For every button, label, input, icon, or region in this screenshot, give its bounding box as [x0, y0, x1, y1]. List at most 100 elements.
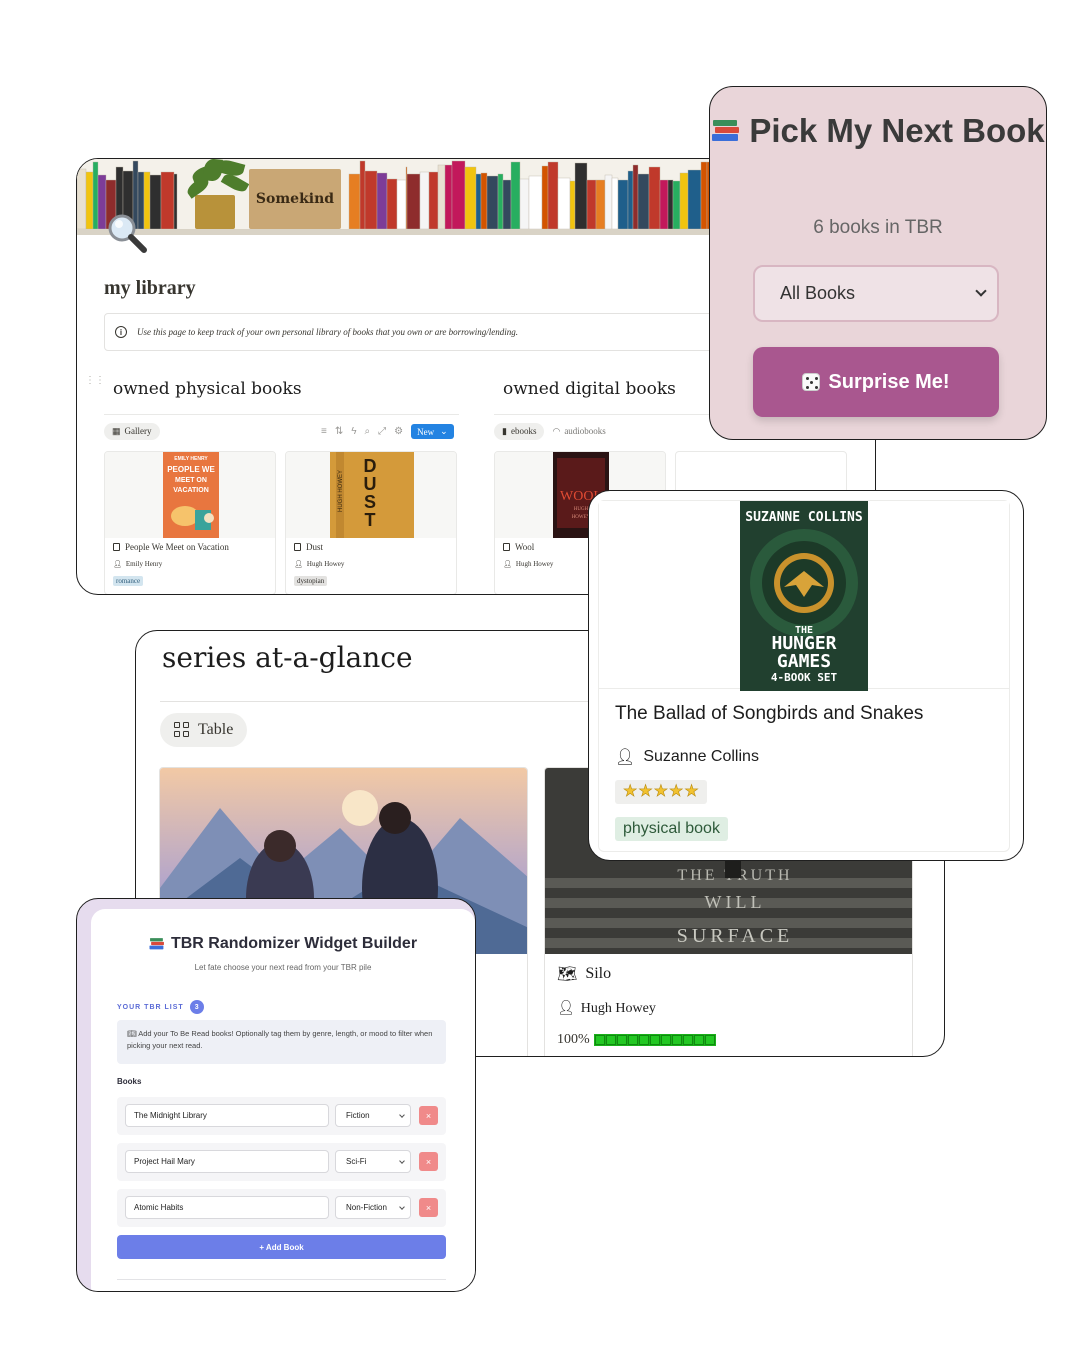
cover-area: HUGH HOWEY D U S T [286, 452, 456, 538]
book-spine [444, 164, 453, 230]
search-icon[interactable]: ⌕ [365, 426, 371, 437]
book-detail-card[interactable]: SUZANNE COLLINS THE HUNGER GAMES 4-BOOK … [588, 490, 1024, 861]
cover-area: SUZANNE COLLINS THE HUNGER GAMES 4-BOOK … [599, 501, 1009, 691]
surprise-me-button[interactable]: Surprise Me! [753, 347, 999, 417]
chevron-down-icon[interactable]: ⌄ [440, 426, 448, 437]
drag-handle-icon[interactable]: ⋮⋮ [85, 375, 105, 386]
progress-segment [671, 1035, 682, 1045]
view-gallery-tab[interactable]: ▦ Gallery [104, 422, 160, 440]
view-audiobooks-tab[interactable]: ◠ audiobooks [552, 426, 605, 437]
chevron-down-icon [399, 1158, 405, 1164]
tbr-widget-builder: TBR Randomizer Widget Builder Let fate c… [76, 898, 476, 1292]
view-table-tab[interactable]: Table [160, 713, 248, 747]
settings-icon[interactable]: ⚙ [394, 426, 403, 437]
database-toolbar: ≡ ⇅ ϟ ⌕ ⤢ ⚙ New ⌄ [321, 424, 454, 439]
series-progress: 100% [557, 1032, 716, 1048]
map-icon: 🗺︎ [557, 966, 578, 983]
svg-text:T: T [365, 510, 376, 530]
progress-label: 100% [557, 1032, 590, 1047]
gallery-card[interactable]: HUGH HOWEY D U S T Dust 👤︎ Hugh Howey dys… [285, 451, 457, 594]
progress-segment [682, 1035, 693, 1045]
card-title: People We Meet on Vacation [113, 542, 229, 552]
view-gallery-label: Gallery [124, 426, 152, 436]
sort-icon[interactable]: ⇅ [335, 426, 343, 437]
gallery-card[interactable]: EMILY HENRY PEOPLE WE MEET ON VACATION P… [104, 451, 276, 594]
series-card-author: 👤︎ Hugh Howey [557, 1000, 656, 1017]
book-spine [632, 164, 639, 230]
book-spine [437, 164, 446, 230]
book-spine [464, 166, 477, 230]
genre-select[interactable]: Sci-Fi [335, 1150, 411, 1173]
book-spine [595, 179, 606, 230]
book-row: Project Hail Mary Sci-Fi × [117, 1143, 446, 1181]
book-spine [659, 179, 669, 230]
view-ebooks-label: ebooks [510, 426, 537, 436]
person-icon: 👤︎ [503, 560, 512, 568]
svg-text:SURFACE: SURFACE [677, 925, 794, 947]
genre-select-value: Non-Fiction [346, 1203, 387, 1212]
somekind-sign: Somekind [249, 169, 341, 229]
new-button-label: New [417, 426, 435, 437]
chevron-down-icon [399, 1112, 405, 1118]
book-spine [604, 174, 613, 230]
view-table-label: Table [198, 721, 234, 738]
progress-bar [593, 1034, 716, 1046]
book-spine [376, 172, 388, 230]
book-title: The Ballad of Songbirds and Snakes [615, 703, 924, 724]
filter-select[interactable]: All Books [753, 265, 999, 322]
book-spine [586, 179, 597, 230]
chevron-down-icon [399, 1204, 405, 1210]
book-card-inner: SUZANNE COLLINS THE HUNGER GAMES 4-BOOK … [598, 500, 1010, 852]
person-icon: 👤︎ [294, 560, 303, 568]
card-title-text: People We Meet on Vacation [125, 542, 229, 552]
delete-button[interactable]: × [419, 1106, 438, 1125]
svg-text:EMILY HENRY: EMILY HENRY [174, 456, 208, 462]
page-icon [294, 543, 301, 551]
automation-icon[interactable]: ϟ [351, 426, 356, 437]
book-spine [77, 168, 87, 230]
star-icon: ★ [623, 783, 638, 800]
cover-area: EMILY HENRY PEOPLE WE MEET ON VACATION [105, 452, 275, 538]
book-spine [617, 179, 629, 230]
book-title-input[interactable]: Atomic Habits [125, 1196, 329, 1219]
book-title-input[interactable]: The Midnight Library [125, 1104, 329, 1127]
books-icon [712, 120, 740, 141]
tbr-title-text: TBR Randomizer Widget Builder [170, 935, 418, 952]
progress-segment [649, 1035, 660, 1045]
delete-button[interactable]: × [419, 1152, 438, 1171]
book-spine [528, 175, 543, 230]
genre-tag: dystopian [294, 576, 328, 586]
divider [117, 1279, 446, 1280]
physical-view-bar: ▦ Gallery [104, 418, 160, 444]
svg-text:PEOPLE WE: PEOPLE WE [167, 465, 215, 474]
view-ebooks-tab[interactable]: ▮ ebooks [494, 422, 545, 440]
expand-icon[interactable]: ⤢ [378, 426, 386, 437]
surprise-me-label: Surprise Me! [828, 370, 950, 393]
svg-text:D: D [364, 456, 377, 476]
new-button[interactable]: New ⌄ [411, 424, 454, 439]
callout-text: Use this page to keep track of your own … [137, 327, 519, 337]
svg-text:MEET ON: MEET ON [175, 477, 207, 484]
genre-select[interactable]: Non-Fiction [335, 1196, 411, 1219]
book-spine [486, 175, 499, 230]
tbr-info-note: 📖︎ Add your To Be Read books! Optionally… [117, 1020, 446, 1064]
plant [182, 159, 254, 229]
pick-next-book-widget: Pick My Next Book 6 books in TBR All Boo… [709, 86, 1047, 440]
info-icon: i [115, 326, 127, 338]
book-spine [569, 180, 576, 230]
svg-text:S: S [364, 492, 376, 512]
book-spine [428, 171, 439, 230]
book-spine [359, 160, 366, 230]
book-spine [502, 179, 512, 230]
book-icon: 📖︎ [127, 1029, 137, 1038]
book-spine [557, 177, 571, 230]
filter-icon[interactable]: ≡ [321, 426, 327, 437]
add-book-button[interactable]: + Add Book [117, 1235, 446, 1259]
genre-select[interactable]: Fiction [335, 1104, 411, 1127]
book-title-input[interactable]: Project Hail Mary [125, 1150, 329, 1173]
book-spine [386, 178, 398, 230]
svg-text:HUGH HOWEY: HUGH HOWEY [338, 470, 344, 512]
genre-select-value: Sci-Fi [346, 1157, 367, 1166]
delete-button[interactable]: × [419, 1198, 438, 1217]
book-spine [700, 161, 708, 230]
